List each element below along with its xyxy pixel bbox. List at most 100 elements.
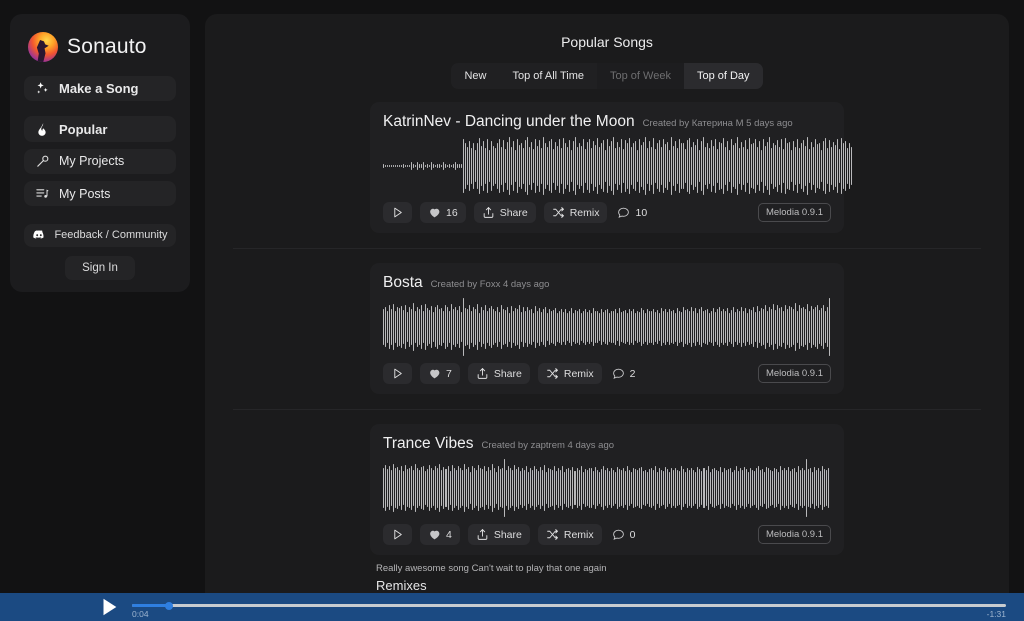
seek-fill: [132, 604, 169, 607]
sidebar-item-popular-label: Popular: [59, 121, 108, 137]
share-icon: [483, 207, 493, 218]
like-button[interactable]: 16: [420, 202, 466, 223]
sidebar-item-popular[interactable]: Popular: [24, 116, 176, 142]
remixes-heading: Remixes: [376, 578, 427, 593]
song-meta: Created by zaptrem 4 days ago: [481, 440, 615, 451]
song-card-slot-2: Bosta Created by Foxx 4 days ago 7 Share…: [205, 263, 1009, 394]
remix-button[interactable]: Remix: [543, 202, 608, 223]
song-title: Bosta: [383, 274, 423, 291]
like-button[interactable]: 4: [420, 524, 460, 545]
app-root: Sonauto Make a Song Popular My Projects: [0, 0, 1024, 621]
comment-button[interactable]: 2: [610, 363, 638, 384]
song-meta: Created by Foxx 4 days ago: [430, 279, 550, 290]
sidebar-gap-2: [24, 213, 176, 221]
remix-label: Remix: [563, 367, 594, 380]
tab-new[interactable]: New: [451, 63, 499, 89]
comment-count: 10: [635, 206, 648, 219]
sidebar-item-my-projects-label: My Projects: [59, 154, 125, 169]
song-card[interactable]: KatrinNev - Dancing under the Moon Creat…: [370, 102, 852, 233]
flame-icon: [38, 122, 46, 136]
feed-divider: [233, 409, 981, 410]
comment-button[interactable]: 0: [610, 524, 638, 545]
remix-button[interactable]: Remix: [537, 363, 602, 384]
feedback-community-label: Feedback / Community: [54, 229, 168, 242]
comment-count: 0: [629, 528, 636, 541]
brand: Sonauto: [28, 32, 176, 62]
brand-name: Sonauto: [67, 35, 147, 58]
song-actions: 16 Share Remix 10 Melodia 0.9.1: [383, 202, 831, 223]
remaining-time: -1:31: [986, 609, 1006, 619]
share-label: Share: [493, 528, 522, 541]
discord-icon: [33, 230, 44, 239]
heart-icon: [430, 208, 440, 218]
like-button[interactable]: 7: [420, 363, 460, 384]
feedback-community-button[interactable]: Feedback / Community: [24, 223, 176, 248]
play-icon[interactable]: [98, 596, 120, 618]
model-badge: Melodia 0.9.1: [757, 364, 831, 383]
make-a-song-button[interactable]: Make a Song: [24, 76, 176, 102]
tab-group: New Top of All Time Top of Week Top of D…: [451, 63, 763, 89]
tab-top-of-all-time[interactable]: Top of All Time: [499, 63, 597, 89]
playlist-icon: [36, 189, 49, 198]
sidebar-item-my-posts-label: My Posts: [59, 186, 111, 201]
tab-top-of-day[interactable]: Top of Day: [683, 63, 763, 89]
seek-bar[interactable]: 0:04 -1:31: [132, 596, 1006, 619]
play-button[interactable]: [383, 524, 412, 545]
like-count: 7: [446, 367, 452, 380]
remix-button[interactable]: Remix: [537, 524, 602, 545]
waveform[interactable]: [383, 298, 831, 356]
share-label: Share: [499, 206, 528, 219]
play-button[interactable]: [383, 363, 412, 384]
seek-track[interactable]: [132, 604, 1006, 607]
shuffle-icon: [547, 368, 558, 379]
play-icon: [394, 207, 402, 218]
song-card-header: Trance Vibes Created by zaptrem 4 days a…: [383, 435, 831, 453]
song-card-header: KatrinNev - Dancing under the Moon Creat…: [383, 113, 831, 131]
share-button[interactable]: Share: [467, 363, 530, 384]
remix-label: Remix: [563, 528, 594, 541]
share-button[interactable]: Share: [467, 524, 530, 545]
song-card[interactable]: Bosta Created by Foxx 4 days ago 7 Share…: [370, 263, 844, 394]
model-badge: Melodia 0.9.1: [757, 525, 831, 544]
like-count: 16: [446, 206, 458, 219]
waveform[interactable]: [383, 459, 831, 517]
shuffle-icon: [552, 207, 564, 218]
play-icon: [394, 368, 402, 379]
sign-in-button[interactable]: Sign In: [65, 256, 135, 281]
song-actions: 4 Share Remix 0 Melodia 0.9.1: [383, 524, 831, 545]
song-meta: Created by Катерина М 5 days ago: [642, 118, 793, 129]
main-panel: Popular Songs New Top of All Time Top of…: [205, 14, 1009, 621]
song-feed: KatrinNev - Dancing under the Moon Creat…: [205, 102, 1009, 621]
comment-icon: [618, 207, 630, 218]
sign-in-wrapper: Sign In: [24, 256, 176, 281]
share-icon: [477, 368, 488, 379]
comment-icon: [612, 368, 624, 379]
feed-divider: [233, 248, 981, 249]
play-button[interactable]: [383, 202, 412, 223]
tabbar: New Top of All Time Top of Week Top of D…: [205, 63, 1009, 89]
song-card[interactable]: Trance Vibes Created by zaptrem 4 days a…: [370, 424, 844, 555]
make-a-song-label: Make a Song: [59, 81, 139, 97]
share-button[interactable]: Share: [473, 202, 536, 223]
seek-thumb[interactable]: [164, 601, 173, 610]
sidebar-item-my-projects[interactable]: My Projects: [24, 148, 176, 175]
comment-button[interactable]: 10: [615, 202, 649, 223]
play-icon: [394, 529, 402, 540]
sidebar: Sonauto Make a Song Popular My Projects: [10, 14, 190, 292]
share-label: Share: [493, 367, 522, 380]
song-card-slot-1: KatrinNev - Dancing under the Moon Creat…: [205, 102, 1009, 233]
sparkles-icon: [37, 82, 48, 94]
waveform[interactable]: [383, 137, 852, 195]
song-title: KatrinNev - Dancing under the Moon: [383, 113, 635, 130]
like-count: 4: [446, 528, 452, 541]
current-time: 0:04: [132, 609, 149, 619]
model-badge: Melodia 0.9.1: [757, 203, 831, 222]
song-card-header: Bosta Created by Foxx 4 days ago: [383, 274, 831, 292]
tab-top-of-week[interactable]: Top of Week: [597, 63, 684, 89]
comment-text: Really awesome song Can't wait to play t…: [376, 563, 607, 574]
sidebar-item-my-posts[interactable]: My Posts: [24, 181, 176, 207]
song-title: Trance Vibes: [383, 435, 474, 452]
sonauto-logo-icon: [28, 32, 58, 62]
page-title: Popular Songs: [561, 34, 653, 50]
